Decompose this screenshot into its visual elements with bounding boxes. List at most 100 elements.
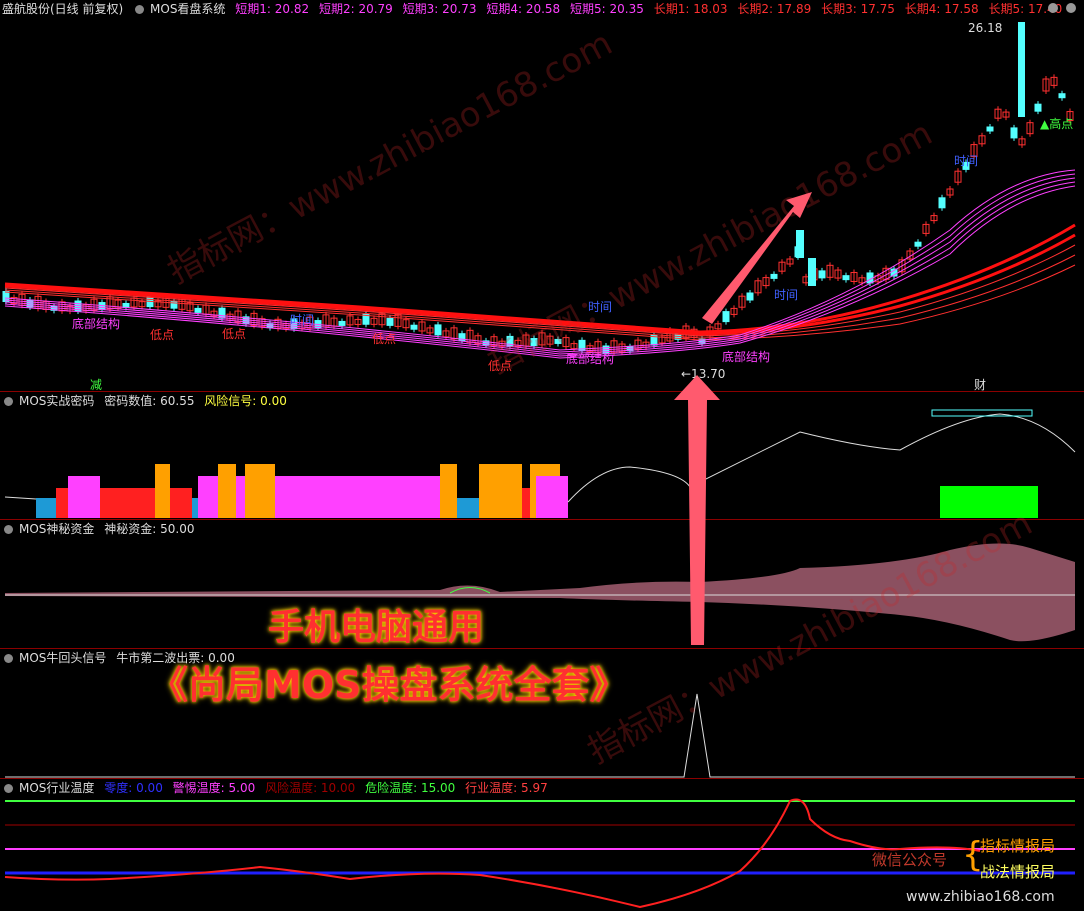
temp-risk: 风险温度: 10.00: [265, 781, 356, 795]
pane2-name[interactable]: MOS实战密码: [19, 394, 94, 408]
candle-body: [1034, 103, 1042, 112]
candle-body: [410, 324, 418, 330]
short-term-2: 短期2: 20.79: [318, 2, 393, 16]
low-point-4: 低点: [488, 359, 513, 373]
candle-body: [554, 338, 562, 344]
settings-circle-icon[interactable]: [1048, 3, 1058, 13]
footer-url: www.zhibiao168.com: [906, 889, 1055, 905]
candle-body: [1010, 127, 1018, 139]
pane5-name[interactable]: MOS行业温度: [19, 781, 94, 795]
pane4-name[interactable]: MOS牛回头信号: [19, 651, 106, 665]
indicator-toggle-icon[interactable]: [4, 654, 13, 663]
code-bar: [457, 498, 479, 518]
code-bar: [440, 464, 457, 518]
low-point-1: 低点: [150, 328, 175, 342]
candle-body: [338, 320, 346, 326]
candle-body: [218, 307, 226, 319]
code-bar: [479, 464, 522, 518]
low-point-3: 低点: [372, 332, 397, 346]
mystery-fund-header: MOS神秘资金 神秘资金: 50.00: [2, 521, 200, 537]
code-bar: [940, 486, 1038, 518]
code-bar: [536, 476, 568, 518]
indicator-toggle-icon[interactable]: [4, 397, 13, 406]
bottom-structure-1: 底部结构: [72, 317, 121, 331]
candle-body: [818, 270, 826, 279]
wechat-label: 微信公众号: [872, 851, 948, 869]
code-bar: [155, 464, 170, 518]
candle-body: [530, 338, 538, 347]
indicator-toggle-icon[interactable]: [4, 784, 13, 793]
candle-body: [1018, 22, 1025, 117]
short-term-4: 短期4: 20.58: [486, 2, 561, 16]
long-term-3: 长期3: 17.75: [821, 2, 895, 16]
mystery-fund-canvas: [5, 543, 1075, 642]
close-circle-icon[interactable]: [1066, 3, 1076, 13]
industry-temp-header: MOS行业温度 零度: 0.00 警惕温度: 5.00 风险温度: 10.00 …: [2, 780, 554, 796]
temp-alert: 警惕温度: 5.00: [172, 781, 256, 795]
secret-code-canvas: [4, 409, 1076, 518]
long-ma-line: [4, 223, 1076, 334]
temp-zero: 零度: 0.00: [104, 781, 163, 795]
short-term-5: 短期5: 20.35: [570, 2, 644, 16]
temperature-curve: [4, 798, 981, 909]
indicator-toggle-icon[interactable]: [4, 525, 13, 534]
code-bar: [68, 476, 100, 518]
footer-item-2: 战法情报局: [980, 863, 1056, 881]
indicator-toggle-icon[interactable]: [135, 5, 145, 14]
reduce-marker: 减: [90, 378, 103, 392]
short-term-3: 短期3: 20.73: [402, 2, 477, 16]
pane3-name[interactable]: MOS神秘资金: [19, 522, 94, 536]
candle-body: [386, 317, 394, 326]
candle-body: [986, 126, 994, 132]
fund-area: [5, 543, 1075, 642]
pane2-risk: 风险信号: 0.00: [204, 394, 287, 408]
promo-line-1: 手机电脑通用: [268, 607, 485, 648]
high-point-marker: ▲高点: [1040, 117, 1074, 131]
bottom-structure-3: 底部结构: [722, 350, 771, 364]
footer-item-1: 指标情报局: [980, 837, 1056, 855]
code-bar: [192, 498, 198, 518]
promo-line-2: 《尚局MOS操盘系统全套》: [150, 663, 628, 707]
long-term-1: 长期1: 18.03: [653, 2, 728, 16]
code-bar: [218, 464, 236, 518]
temp-industry: 行业温度: 5.97: [465, 781, 548, 795]
pane2-value: 密码数值: 60.55: [104, 394, 195, 408]
bottom-structure-2: 底部结构: [566, 352, 615, 366]
code-top-box: [931, 409, 1033, 417]
high-price-label: 26.18: [968, 21, 1003, 35]
candle-body: [808, 258, 816, 286]
long-term-4: 长期4: 17.58: [904, 2, 979, 16]
mystery-fund-pane[interactable]: MOS神秘资金 神秘资金: 50.00: [0, 520, 1084, 649]
time-label-1: 时间: [290, 313, 315, 327]
main-chart-pane[interactable]: 盛航股份(日线 前复权) MOS看盘系统 短期1: 20.82 短期2: 20.…: [0, 0, 1084, 392]
low-point-2: 低点: [222, 327, 247, 341]
candle-body: [842, 275, 850, 281]
candle-body: [194, 307, 202, 313]
industry-temp-pane[interactable]: MOS行业温度 零度: 0.00 警惕温度: 5.00 风险温度: 10.00 …: [0, 779, 1084, 911]
candle-body: [746, 292, 754, 301]
candle-body: [434, 324, 442, 336]
indicator-name[interactable]: MOS看盘系统: [150, 2, 225, 16]
secret-code-header: MOS实战密码 密码数值: 60.55 风险信号: 0.00: [2, 393, 293, 409]
candle-body: [796, 230, 804, 258]
pane3-value: 神秘资金: 50.00: [104, 522, 195, 536]
finance-marker: 财: [974, 378, 987, 392]
stock-title: 盛航股份(日线 前复权): [2, 2, 124, 16]
code-bar: [100, 488, 192, 518]
candle-body: [170, 300, 178, 309]
short-term-1: 短期1: 20.82: [235, 2, 310, 16]
time-label-2: 时间: [588, 300, 613, 314]
temp-danger: 危险温度: 15.00: [365, 781, 456, 795]
code-bar: [198, 476, 452, 518]
time-label-3: 时间: [774, 288, 799, 302]
low-price-label: ←13.70: [681, 367, 726, 381]
code-bar: [245, 464, 275, 518]
code-bar: [56, 488, 68, 518]
candle-body: [722, 311, 730, 323]
candle-body: [914, 241, 922, 247]
long-term-2: 长期2: 17.89: [737, 2, 812, 16]
time-label-4: 时间: [954, 154, 979, 168]
candle-body: [938, 197, 946, 209]
candle-body: [1058, 93, 1066, 99]
secret-code-pane[interactable]: MOS实战密码 密码数值: 60.55 风险信号: 0.00: [0, 392, 1084, 520]
